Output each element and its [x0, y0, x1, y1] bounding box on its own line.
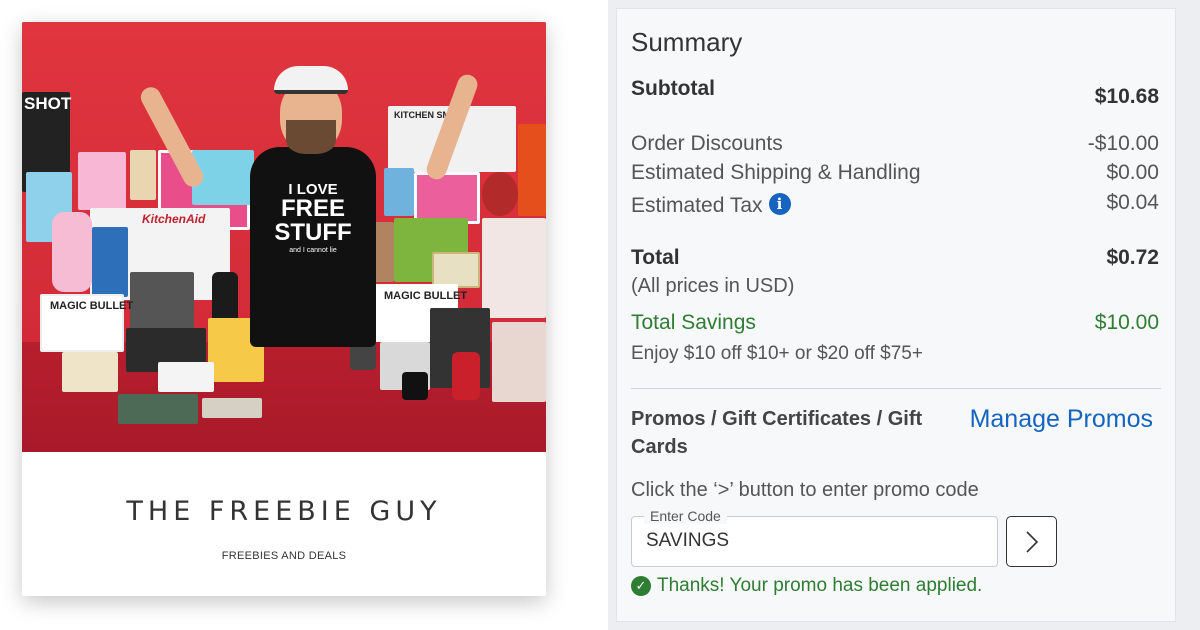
order-discounts-value: -$10.00: [1087, 132, 1159, 155]
brand-area: THE FREEBIE GUY FREEBIES AND DEALS: [22, 452, 546, 596]
divider: [631, 388, 1161, 389]
shirt-line-2: FREE: [280, 195, 345, 222]
order-summary-panel: Summary Subtotal $10.68 Order Discounts …: [616, 8, 1176, 622]
brand-subtitle: FREEBIES AND DEALS: [221, 550, 347, 562]
shirt-line-4: and I cannot lie: [289, 247, 337, 254]
brand-title: THE FREEBIE GUY: [126, 496, 442, 527]
promo-code-label: Enter Code: [644, 508, 727, 524]
tax-value: $0.04: [1106, 191, 1159, 214]
box-label: SHOT: [24, 94, 72, 113]
total-value: $0.72: [1106, 246, 1159, 269]
check-circle-icon: ✓: [631, 576, 651, 596]
subtotal-value: $10.68: [1094, 85, 1159, 108]
chevron-right-icon: [1025, 530, 1038, 553]
box-label: MAGIC BULLET: [384, 290, 468, 302]
product-photo: SHOT KitchenAid MAGIC BULLET KITCHEN SMI…: [22, 22, 546, 452]
summary-title: Summary: [631, 27, 743, 57]
tax-label: Estimated Tax: [631, 194, 763, 217]
currency-note: (All prices in USD): [631, 275, 795, 297]
promos-label: Promos / Gift Certificates / Gift Cards: [631, 408, 923, 458]
promo-code-input[interactable]: [646, 530, 976, 552]
shipping-label: Estimated Shipping & Handling: [631, 161, 921, 184]
shirt-print: I LOVE FREE STUFF and I cannot lie: [254, 182, 372, 254]
promo-code-field: Enter Code: [631, 508, 998, 567]
shipping-value: $0.00: [1106, 161, 1159, 184]
box-label: MAGIC BULLET: [50, 300, 134, 312]
promo-success-message: ✓ Thanks! Your promo has been applied.: [631, 575, 982, 597]
promo-hint: Click the ‘>’ button to enter promo code: [631, 479, 979, 501]
product-card: SHOT KitchenAid MAGIC BULLET KITCHEN SMI…: [22, 22, 546, 596]
box-label: KitchenAid: [142, 212, 206, 226]
shirt-line-3: STUFF: [274, 219, 352, 246]
offer-text: Enjoy $10 off $10+ or $20 off $75+: [631, 343, 923, 364]
info-icon[interactable]: i: [768, 193, 791, 215]
subtotal-label: Subtotal: [631, 77, 715, 100]
total-savings-label: Total Savings: [631, 311, 756, 334]
order-discounts-label: Order Discounts: [631, 132, 783, 155]
apply-promo-button[interactable]: [1006, 516, 1057, 567]
manage-promos-link[interactable]: Manage Promos: [970, 405, 1153, 434]
success-text: Thanks! Your promo has been applied.: [657, 575, 983, 596]
total-savings-value: $10.00: [1094, 311, 1159, 334]
total-label: Total: [631, 246, 680, 269]
tax-row: Estimated Tax i: [631, 193, 791, 218]
